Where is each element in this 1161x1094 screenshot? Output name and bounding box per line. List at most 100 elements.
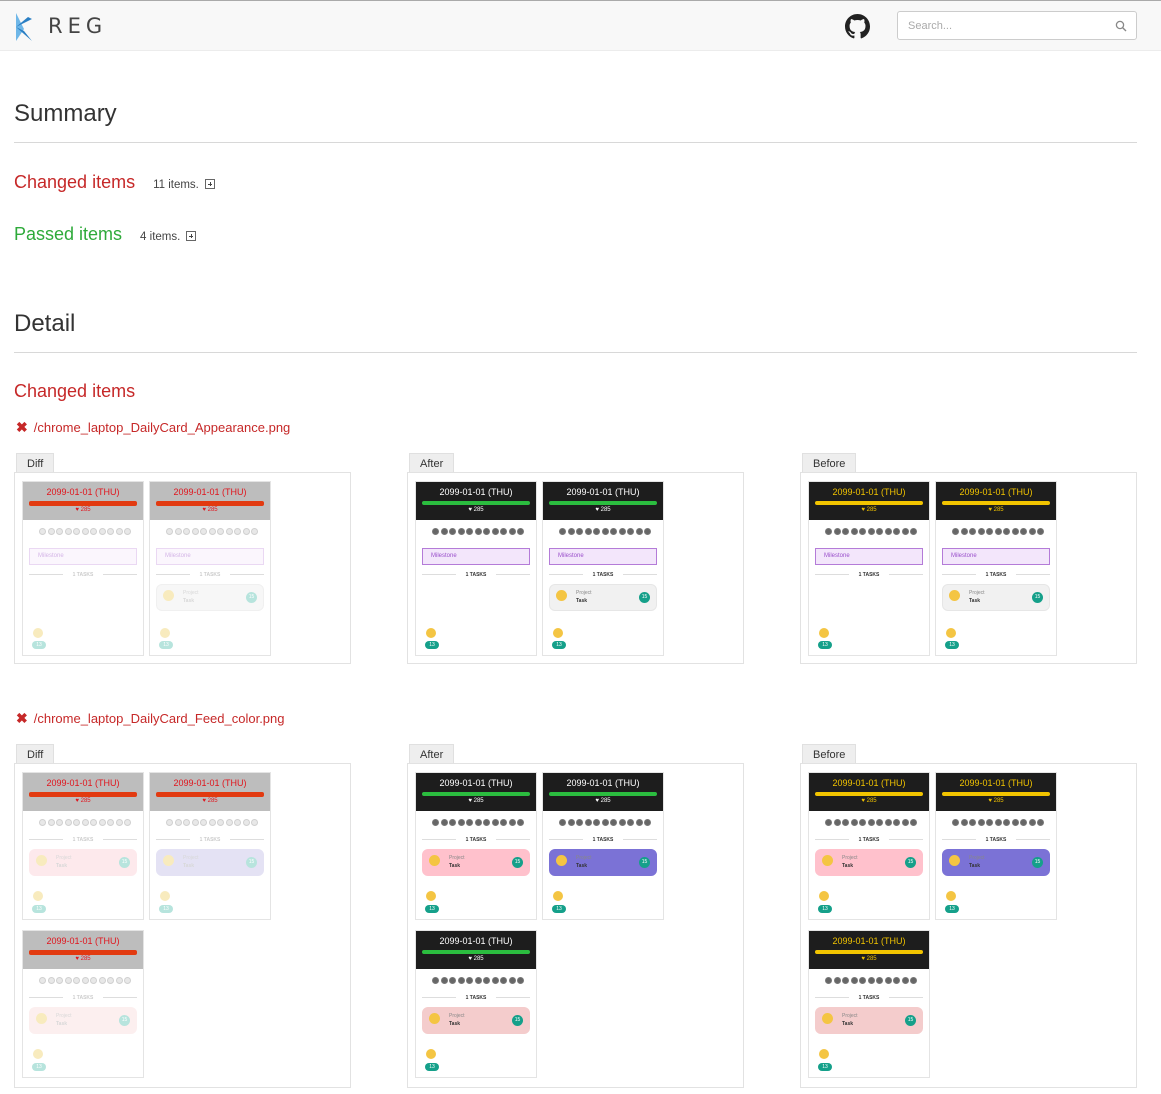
day-dot: [833, 977, 841, 984]
card-likes: ♥ 285: [202, 798, 218, 804]
day-dot: [910, 528, 917, 535]
card-progress-bar: [422, 501, 530, 505]
tab-diff[interactable]: Diff: [16, 744, 55, 764]
day-dot: [825, 528, 832, 535]
card-day-dots: [952, 819, 1044, 827]
day-dot: [98, 528, 106, 535]
card-likes: ♥ 285: [861, 798, 877, 804]
day-dot: [474, 528, 482, 535]
task-project: Project: [183, 590, 199, 596]
day-dot: [1020, 819, 1027, 826]
card-date: 2099-01-01 (THU): [173, 487, 247, 497]
day-dot: [115, 528, 123, 535]
emoji-face-icon: [426, 891, 436, 901]
tab-after[interactable]: After: [409, 744, 455, 764]
day-dot: [500, 819, 507, 826]
day-dot: [90, 977, 97, 984]
card-date: 2099-01-01 (THU): [832, 778, 906, 788]
day-dot: [867, 977, 875, 984]
day-dot: [432, 819, 439, 826]
daily-card: 2099-01-01 (THU) ♥ 285 1 TASKS Project Task 1…: [149, 772, 271, 920]
day-dot: [39, 528, 46, 535]
day-dot: [635, 819, 643, 826]
day-dot: [1028, 819, 1036, 826]
day-dot: [977, 528, 985, 535]
task-name: Task: [449, 1021, 461, 1027]
footer-badge: 13: [32, 1063, 46, 1071]
summary-changed-count: 11 items.: [153, 179, 199, 191]
summary-divider: [14, 142, 1137, 143]
card-day-dots: [432, 528, 524, 536]
reg-logo-icon[interactable]: [14, 13, 34, 41]
search-input[interactable]: [908, 17, 1108, 35]
emoji-face-icon: [553, 891, 563, 901]
summary-changed-link[interactable]: Changed items: [14, 172, 135, 193]
day-dot: [994, 528, 1002, 535]
day-dot: [559, 819, 566, 826]
day-dot: [842, 977, 849, 984]
search-icon[interactable]: [1115, 20, 1127, 32]
emoji-face-icon: [160, 628, 170, 638]
task-count-badge: 15: [905, 857, 916, 868]
day-dot: [457, 977, 465, 984]
task-count-badge: 15: [639, 857, 650, 868]
day-dot: [508, 528, 516, 535]
day-dot: [234, 819, 241, 826]
tab-before[interactable]: Before: [802, 453, 857, 473]
tasks-label: 1 TASKS: [422, 572, 530, 578]
day-dot: [183, 528, 190, 535]
daily-card: 2099-01-01 (THU) ♥ 285 1 TASKS Project Task 1…: [22, 772, 144, 920]
day-dot: [183, 819, 190, 826]
tasks-label: 1 TASKS: [156, 572, 264, 578]
github-icon[interactable]: [845, 14, 870, 39]
card-day-dots: [166, 528, 258, 536]
emoji-face-icon: [556, 590, 567, 601]
task-item: Project Task 15: [549, 584, 657, 611]
file-heading[interactable]: ✖ /chrome_laptop_DailyCard_Feed_color.pn…: [16, 710, 285, 727]
day-dot: [517, 819, 524, 826]
footer-badge: 13: [425, 905, 439, 913]
card-date: 2099-01-01 (THU): [959, 487, 1033, 497]
footer-badge: 13: [818, 641, 832, 649]
card-progress-bar: [942, 792, 1050, 796]
task-item: Project Task 15: [29, 849, 137, 876]
file-heading[interactable]: ✖ /chrome_laptop_DailyCard_Appearance.pn…: [16, 419, 290, 436]
card-likes: ♥ 285: [861, 956, 877, 962]
day-dot: [593, 528, 600, 535]
expand-icon[interactable]: [186, 231, 197, 241]
day-dot: [449, 528, 456, 535]
tab-before[interactable]: Before: [802, 744, 857, 764]
task-count-badge: 15: [246, 857, 257, 868]
day-dot: [491, 977, 499, 984]
brand-title[interactable]: REG: [48, 14, 107, 38]
task-count-badge: 15: [639, 592, 650, 603]
day-dot: [859, 819, 866, 826]
summary-passed-link[interactable]: Passed items: [14, 224, 122, 245]
day-dot: [825, 977, 832, 984]
file-name: /chrome_laptop_DailyCard_Appearance.png: [33, 420, 291, 435]
summary-passed-row: Passed items 4 items.: [14, 224, 197, 248]
tasks-label: 1 TASKS: [422, 995, 530, 1001]
task-count-badge: 15: [905, 1015, 916, 1026]
day-dot: [449, 819, 456, 826]
card-likes: ♥ 285: [988, 798, 1004, 804]
tasks-label: 1 TASKS: [815, 837, 923, 843]
day-dot: [1028, 528, 1036, 535]
card-progress-bar: [422, 950, 530, 954]
task-item: Project Task 15: [422, 849, 530, 876]
emoji-face-icon: [426, 1049, 436, 1059]
day-dot: [98, 819, 106, 826]
tasks-label: 1 TASKS: [156, 837, 264, 843]
tab-after[interactable]: After: [409, 453, 455, 473]
emoji-face-icon: [33, 891, 43, 901]
day-dot: [559, 528, 566, 535]
card-progress-bar: [29, 950, 137, 955]
expand-icon[interactable]: [204, 179, 215, 189]
tab-diff[interactable]: Diff: [16, 453, 55, 473]
emoji-face-icon: [163, 855, 174, 866]
day-dot: [508, 819, 516, 826]
card-day-dots: [559, 819, 651, 827]
task-item: Project Task 15: [549, 849, 657, 876]
card-likes: ♥ 285: [595, 507, 611, 513]
daily-card: 2099-01-01 (THU) ♥ 285 Milestone 1 TASKS Pro…: [935, 481, 1057, 656]
